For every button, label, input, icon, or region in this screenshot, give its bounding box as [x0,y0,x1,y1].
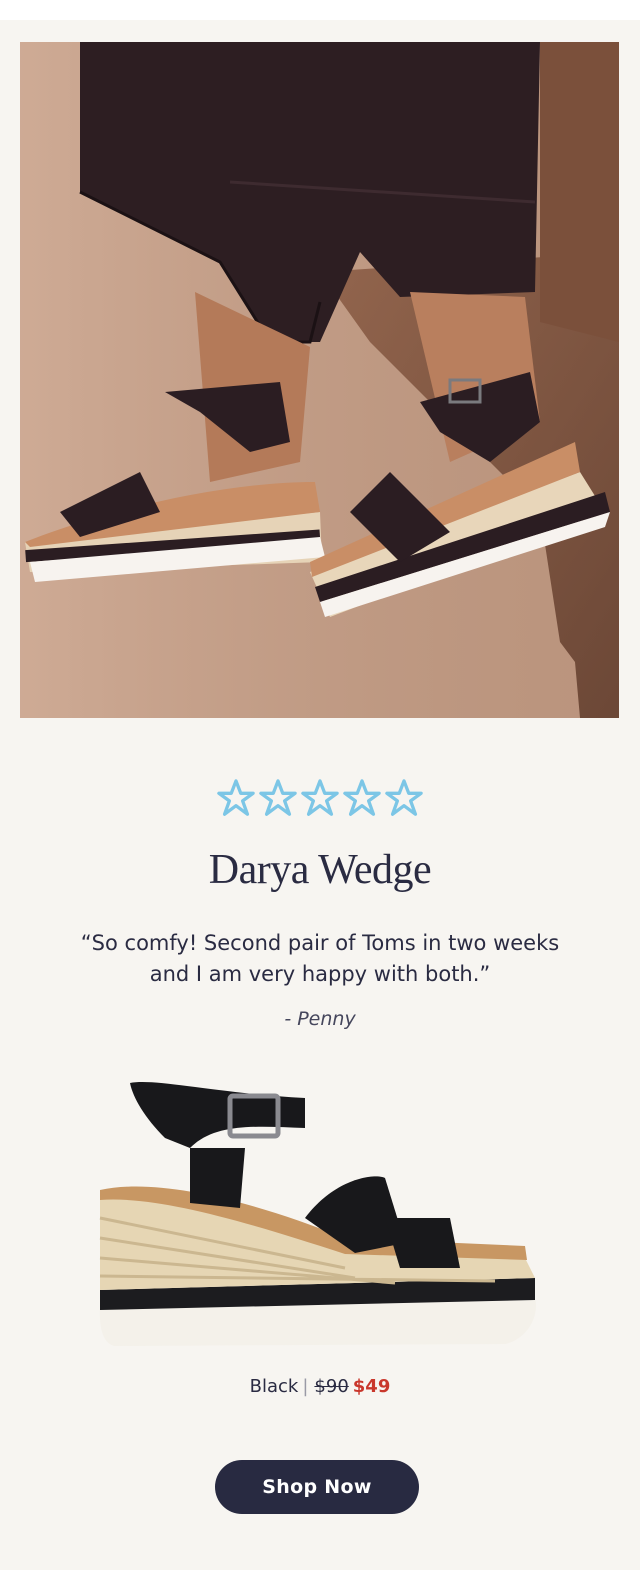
review-author: - Penny [284,1008,356,1030]
promo-card: Darya Wedge “So comfy! Second pair of To… [0,20,640,1570]
hero-image[interactable] [20,42,619,718]
review-quote: “So comfy! Second pair of Toms in two we… [80,931,560,986]
star-icon [385,779,423,816]
sandal-illustration [99,1081,536,1346]
star-rating [0,778,640,820]
star-icon [301,779,339,816]
product-image[interactable] [95,1078,545,1368]
shop-now-button[interactable]: Shop Now [215,1460,419,1514]
sale-price: $49 [352,1376,391,1397]
star-icon [259,779,297,816]
original-price: $90 [314,1376,349,1397]
star-icon [217,779,255,816]
price-line: Black | $90 $49 [0,1376,640,1397]
product-title: Darya Wedge [208,847,432,893]
star-icon [343,779,381,816]
color-name: Black [249,1376,299,1397]
hero-photo-illustration [20,42,619,718]
price-separator: | [302,1376,309,1397]
